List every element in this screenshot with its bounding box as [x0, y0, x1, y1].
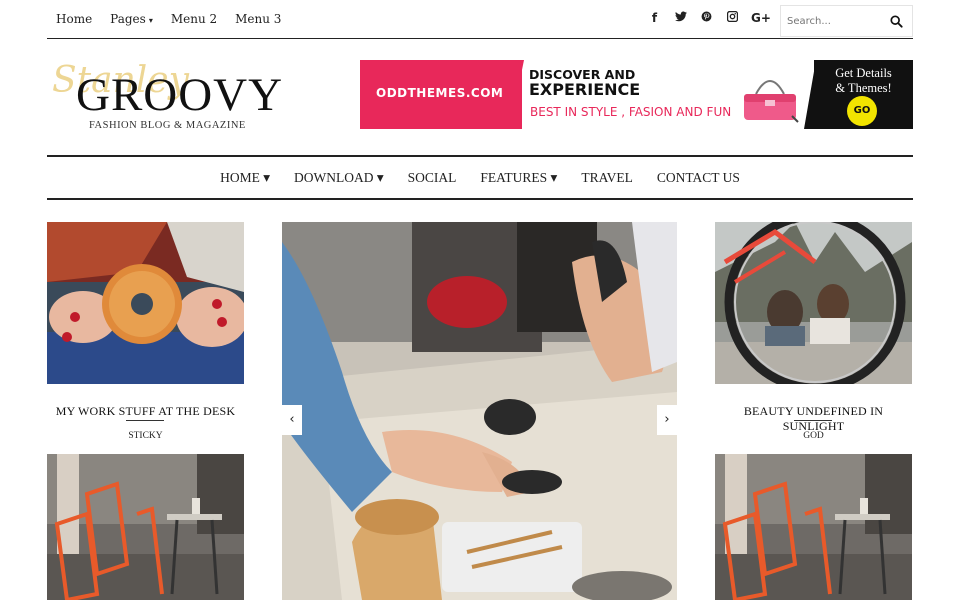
title-divider: [126, 420, 164, 421]
post-image-cafe-right[interactable]: [715, 454, 912, 600]
post-image-donut[interactable]: [47, 222, 244, 384]
top-nav-menu-2[interactable]: Menu 2: [171, 12, 217, 26]
banner-go-button[interactable]: GO: [847, 96, 877, 126]
site-logo[interactable]: Stanley GROOVY FASHION BLOG & MAGAZINE: [48, 60, 282, 140]
nav-features[interactable]: FEATURES ▾: [480, 170, 557, 186]
banner-cta[interactable]: Get Details & Themes! GO: [814, 60, 913, 129]
top-nav-menu-3[interactable]: Menu 3: [235, 12, 281, 26]
google-plus-icon[interactable]: G+: [751, 11, 771, 25]
pinterest-icon[interactable]: [699, 11, 714, 25]
title-divider: [794, 420, 832, 421]
nav-travel[interactable]: TRAVEL: [581, 170, 633, 186]
facebook-icon[interactable]: f: [647, 11, 662, 25]
logo-subtitle: FASHION BLOG & MAGAZINE: [89, 120, 246, 131]
search-box: [780, 5, 913, 37]
top-nav: Home Pages ▾ Menu 2 Menu 3: [56, 12, 281, 26]
top-nav-pages-label: Pages: [110, 12, 146, 26]
search-input[interactable]: [781, 6, 886, 36]
instagram-icon[interactable]: [725, 10, 740, 25]
banner-heading-line2: EXPERIENCE: [529, 80, 641, 99]
banner-brand: ODDTHEMES.COM: [376, 86, 504, 100]
banner-ad[interactable]: ODDTHEMES.COM DISCOVER AND EXPERIENCE BE…: [360, 60, 913, 129]
post-category-god[interactable]: GOD: [715, 431, 912, 441]
nav-download[interactable]: DOWNLOAD ▾: [294, 170, 384, 186]
post-title-work-stuff[interactable]: MY WORK STUFF AT THE DESK: [47, 404, 244, 419]
twitter-icon[interactable]: [673, 11, 688, 25]
nav-contact-us[interactable]: CONTACT US: [657, 170, 740, 186]
post-image-bicycle[interactable]: [715, 222, 912, 384]
top-nav-home[interactable]: Home: [56, 12, 92, 26]
nav-social[interactable]: SOCIAL: [408, 170, 457, 186]
banner-cta-line2: & Themes!: [835, 81, 892, 95]
main-nav: HOME ▾ DOWNLOAD ▾ SOCIAL FEATURES ▾ TRAV…: [47, 155, 913, 200]
search-icon[interactable]: [890, 13, 904, 28]
slider-prev-button[interactable]: ‹: [282, 405, 302, 435]
post-category-sticky[interactable]: STICKY: [47, 431, 244, 441]
handbag-image: [744, 80, 799, 123]
social-icons: f G+: [647, 10, 771, 25]
banner-heading: DISCOVER AND EXPERIENCE: [529, 67, 649, 99]
nav-home[interactable]: HOME ▾: [220, 170, 270, 186]
post-image-cafe-left[interactable]: [47, 454, 244, 600]
post-title-beauty-undefined[interactable]: BEAUTY UNDEFINED IN SUNLIGHT: [715, 404, 912, 434]
banner-cta-line1: Get Details: [835, 66, 892, 80]
top-bar: Home Pages ▾ Menu 2 Menu 3 f G+: [47, 0, 913, 39]
banner-brand-edge: [510, 60, 524, 129]
caret-down-icon: ▾: [148, 16, 153, 25]
featured-slider[interactable]: ‹ ›: [282, 222, 677, 600]
banner-cta-text: Get Details & Themes!: [814, 66, 913, 96]
logo-title: GROOVY: [76, 69, 284, 121]
slider-next-button[interactable]: ›: [657, 405, 677, 435]
top-nav-pages[interactable]: Pages ▾: [110, 12, 153, 26]
banner-tagline: BEST IN STYLE , FASION AND FUN: [530, 105, 732, 119]
